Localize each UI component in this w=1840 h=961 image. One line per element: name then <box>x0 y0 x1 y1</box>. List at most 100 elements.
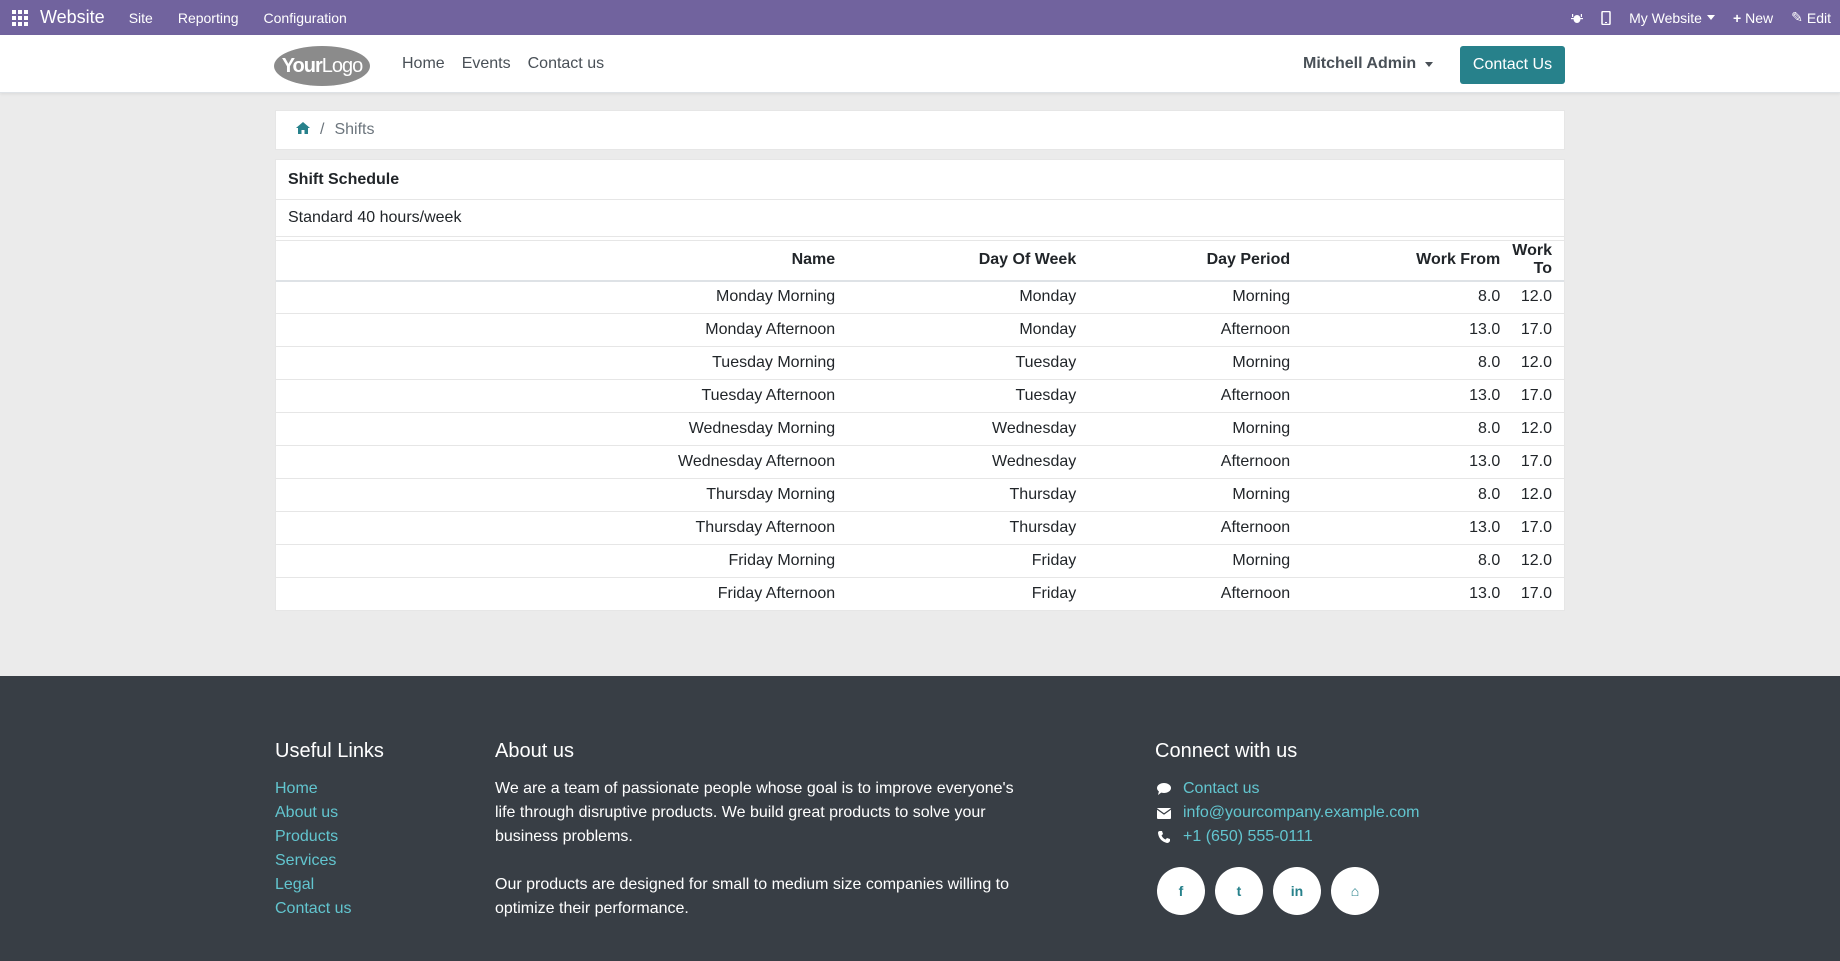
home-icon[interactable]: ⌂ <box>1331 867 1379 915</box>
apps-menu-icon[interactable] <box>0 0 40 35</box>
table-row[interactable]: Wednesday Morning Wednesday Morning 8.0 12.0 <box>276 412 1564 446</box>
table-row[interactable]: Friday Afternoon Friday Afternoon 13.0 17.0 <box>276 577 1564 611</box>
about-paragraph-1: We are a team of passionate people whose… <box>495 780 1014 845</box>
footer-link-about-us[interactable]: About us <box>275 801 384 825</box>
admin-bar-right: My Website + New ✎ Edit <box>1571 0 1840 35</box>
cell-name: Friday Afternoon <box>276 577 848 611</box>
phone-link[interactable]: +1 (650) 555-0111 <box>1183 825 1313 849</box>
cell-day-period: Morning <box>1088 478 1303 512</box>
contact-us-button[interactable]: Contact Us <box>1460 46 1565 84</box>
email-link[interactable]: info@yourcompany.example.com <box>1183 801 1420 825</box>
breadcrumb-current: Shifts <box>334 121 375 138</box>
cell-work-from: 8.0 <box>1302 544 1513 578</box>
home-icon[interactable] <box>296 121 310 139</box>
contact-us-link[interactable]: Contact us <box>1183 777 1259 801</box>
menu-reporting[interactable]: Reporting <box>178 10 239 26</box>
nav-events[interactable]: Events <box>462 55 511 73</box>
nav-contact-us[interactable]: Contact us <box>528 55 604 73</box>
menu-site[interactable]: Site <box>129 10 153 26</box>
cell-day-of-week: Monday <box>847 313 1089 347</box>
app-name[interactable]: Website <box>40 7 105 28</box>
admin-bar: Website Site Reporting Configuration My … <box>0 0 1840 35</box>
footer-link-home[interactable]: Home <box>275 777 384 801</box>
about-title: About us <box>495 740 574 762</box>
table-row[interactable]: Thursday Morning Thursday Morning 8.0 12.0 <box>276 478 1564 512</box>
table-row[interactable]: Monday Afternoon Monday Afternoon 13.0 17.0 <box>276 313 1564 347</box>
website-selector[interactable]: My Website <box>1629 10 1715 26</box>
about-paragraph-2: Our products are designed for small to m… <box>495 876 1010 917</box>
twitter-icon[interactable]: t <box>1215 867 1263 915</box>
col-day-period: Day Period <box>1088 240 1303 282</box>
cell-day-period: Afternoon <box>1088 445 1303 479</box>
cell-day-of-week: Wednesday <box>847 412 1089 446</box>
table-row[interactable]: Tuesday Afternoon Tuesday Afternoon 13.0 17.… <box>276 379 1564 413</box>
table-row[interactable]: Friday Morning Friday Morning 8.0 12.0 <box>276 544 1564 578</box>
main-nav: Home Events Contact us <box>402 35 621 93</box>
cell-day-period: Morning <box>1088 280 1303 314</box>
cell-day-of-week: Tuesday <box>847 346 1089 380</box>
cell-name: Tuesday Afternoon <box>276 379 848 413</box>
footer-link-products[interactable]: Products <box>275 825 384 849</box>
col-work-from: Work From <box>1302 240 1513 282</box>
linkedin-icon[interactable]: in <box>1273 867 1321 915</box>
cell-name: Monday Afternoon <box>276 313 848 347</box>
plus-icon: + <box>1732 9 1742 26</box>
useful-links-title: Useful Links <box>275 740 384 762</box>
connect-section: Connect with us Contact us info@yourcomp… <box>1155 740 1420 915</box>
cell-day-period: Afternoon <box>1088 511 1303 545</box>
envelope-icon <box>1155 807 1173 819</box>
cell-day-period: Afternoon <box>1088 313 1303 347</box>
cell-name: Wednesday Afternoon <box>276 445 848 479</box>
contact-row-link: Contact us <box>1155 777 1420 801</box>
cell-day-of-week: Thursday <box>847 478 1089 512</box>
cell-work-from: 8.0 <box>1302 280 1513 314</box>
company-logo[interactable]: Your Logo <box>274 46 370 86</box>
cell-work-from: 13.0 <box>1302 445 1513 479</box>
col-day-of-week: Day Of Week <box>847 240 1089 282</box>
mobile-preview-icon[interactable] <box>1601 10 1611 25</box>
cell-name: Friday Morning <box>276 544 848 578</box>
table-row[interactable]: Thursday Afternoon Thursday Afternoon 13.0 1… <box>276 511 1564 545</box>
cell-day-period: Afternoon <box>1088 379 1303 413</box>
nav-home[interactable]: Home <box>402 55 445 73</box>
useful-links: Useful Links Home About us Products Serv… <box>275 740 384 921</box>
cell-work-from: 8.0 <box>1302 346 1513 380</box>
footer: Useful Links Home About us Products Serv… <box>0 676 1840 961</box>
logo-text-part2: Logo <box>321 54 363 77</box>
table-row[interactable]: Tuesday Morning Tuesday Morning 8.0 12.0 <box>276 346 1564 380</box>
connect-title: Connect with us <box>1155 740 1298 762</box>
facebook-icon[interactable]: f <box>1157 867 1205 915</box>
cell-day-of-week: Thursday <box>847 511 1089 545</box>
table-row[interactable]: Wednesday Afternoon Wednesday Afternoon 13.… <box>276 445 1564 479</box>
cell-day-of-week: Friday <box>847 544 1089 578</box>
cell-day-of-week: Wednesday <box>847 445 1089 479</box>
shift-schedule-card: Shift Schedule Standard 40 hours/week Na… <box>275 159 1565 611</box>
debug-bug-icon[interactable] <box>1571 12 1584 24</box>
cell-work-to: 17.0 <box>1512 313 1564 347</box>
cell-day-of-week: Friday <box>847 577 1089 611</box>
breadcrumb-separator: / <box>320 121 325 138</box>
table-header-row: Name Day Of Week Day Period Work From Wo… <box>276 240 1564 282</box>
cell-work-to: 12.0 <box>1512 478 1564 512</box>
footer-link-legal[interactable]: Legal <box>275 873 384 897</box>
new-label: New <box>1745 9 1774 26</box>
cell-name: Tuesday Morning <box>276 346 848 380</box>
contact-row-email: info@yourcompany.example.com <box>1155 801 1420 825</box>
cell-day-period: Morning <box>1088 346 1303 380</box>
cell-day-of-week: Tuesday <box>847 379 1089 413</box>
website-selector-label: My Website <box>1629 9 1702 26</box>
new-button[interactable]: + New <box>1733 10 1773 26</box>
cell-name: Thursday Morning <box>276 478 848 512</box>
col-name: Name <box>276 240 848 282</box>
footer-link-contact-us[interactable]: Contact us <box>275 897 384 921</box>
cell-name: Wednesday Morning <box>276 412 848 446</box>
user-menu[interactable]: Mitchell Admin <box>1303 35 1434 93</box>
cell-work-to: 17.0 <box>1512 577 1564 611</box>
edit-button[interactable]: ✎ Edit <box>1791 9 1831 26</box>
cell-work-from: 8.0 <box>1302 478 1513 512</box>
menu-configuration[interactable]: Configuration <box>264 10 347 26</box>
phone-icon <box>1155 831 1173 843</box>
logo-text-part1: Your <box>281 54 323 77</box>
footer-link-services[interactable]: Services <box>275 849 384 873</box>
table-row[interactable]: Monday Morning Monday Morning 8.0 12.0 <box>276 280 1564 314</box>
